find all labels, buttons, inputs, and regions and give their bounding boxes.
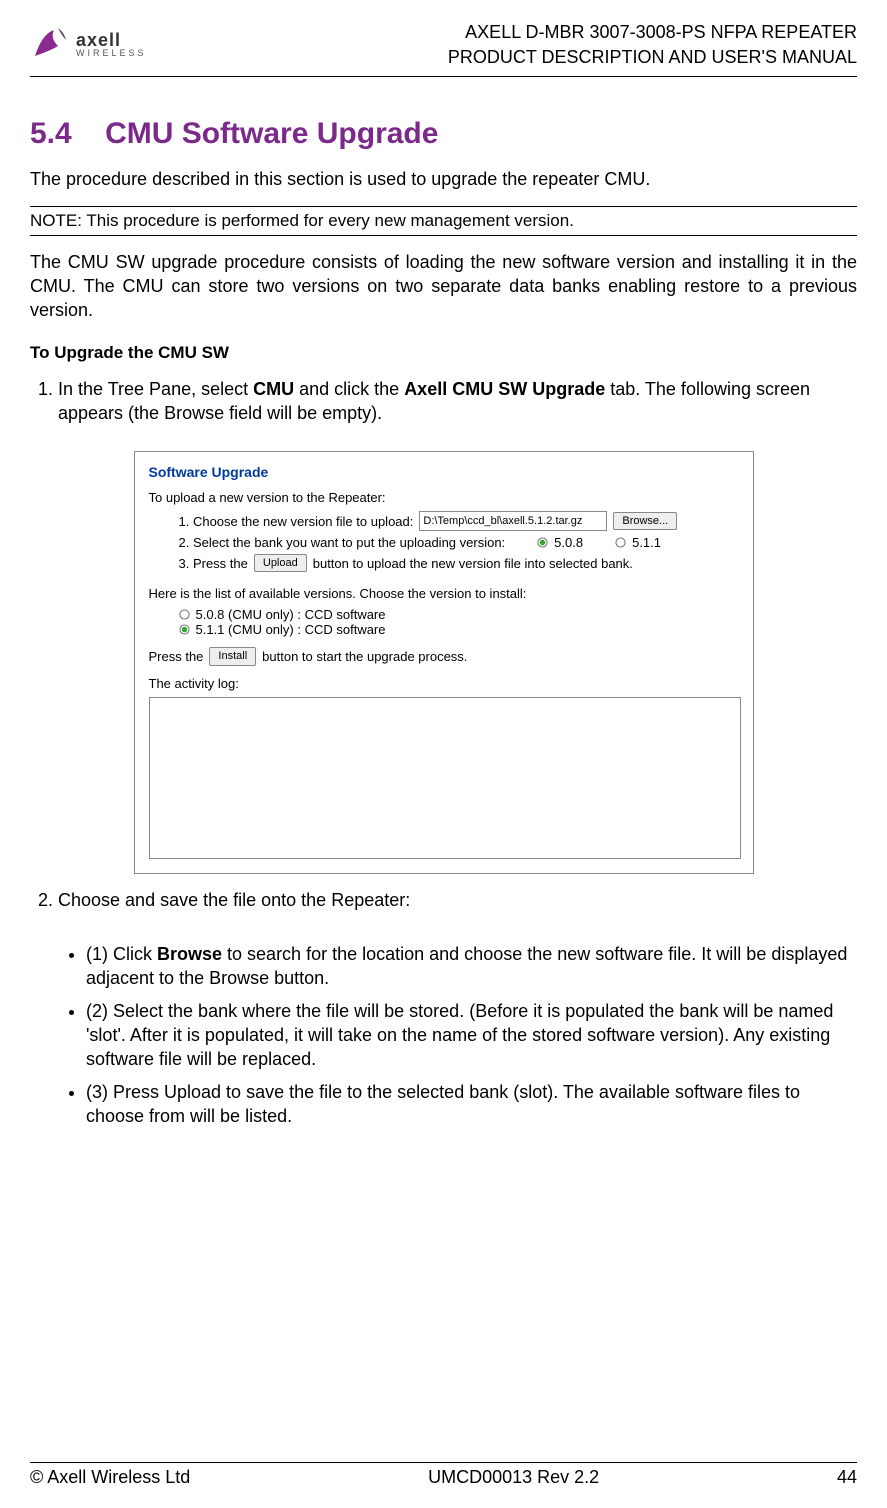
- bank-radio-1-icon[interactable]: [537, 537, 548, 548]
- step-1: In the Tree Pane, select CMU and click t…: [58, 377, 857, 426]
- upload-step-3: 3. Press the Upload button to upload the…: [179, 554, 739, 572]
- note-box: NOTE: This procedure is performed for ev…: [30, 206, 857, 236]
- upload-step-2: 2. Select the bank you want to put the u…: [179, 535, 739, 550]
- bank-option-1[interactable]: 5.0.8: [554, 535, 583, 550]
- step-list: In the Tree Pane, select CMU and click t…: [30, 377, 857, 432]
- version-option-2[interactable]: 5.1.1 (CMU only) : CCD software: [196, 622, 386, 637]
- page-header: axell WIRELESS AXELL D-MBR 3007-3008-PS …: [30, 20, 857, 70]
- header-separator: [30, 76, 857, 77]
- file-path-input[interactable]: [419, 511, 607, 531]
- version-radio-2-icon[interactable]: [179, 624, 190, 635]
- logo-name: axell: [76, 31, 147, 49]
- install-row: Press the Install button to start the up…: [149, 647, 739, 665]
- header-title-1: AXELL D-MBR 3007-3008-PS NFPA REPEATER: [448, 20, 857, 45]
- step-2: Choose and save the file onto the Repeat…: [58, 888, 857, 912]
- section-heading: 5.4 CMU Software Upgrade: [30, 117, 857, 151]
- sub-bullets: (1) Click Browse to search for the locat…: [30, 942, 857, 1136]
- sub-heading: To Upgrade the CMU SW: [30, 343, 857, 363]
- footer-separator: [30, 1462, 857, 1463]
- header-title-2: PRODUCT DESCRIPTION AND USER'S MANUAL: [448, 45, 857, 70]
- install-button[interactable]: Install: [209, 647, 256, 665]
- description-paragraph: The CMU SW upgrade procedure consists of…: [30, 250, 857, 323]
- company-logo: axell WIRELESS: [30, 20, 147, 64]
- bank-option-2[interactable]: 5.1.1: [632, 535, 661, 550]
- upload-button[interactable]: Upload: [254, 554, 307, 572]
- section-number: 5.4: [30, 117, 72, 150]
- intro-paragraph: The procedure described in this section …: [30, 167, 857, 191]
- software-upgrade-panel: Software Upgrade To upload a new version…: [134, 451, 754, 874]
- logo-swoosh-icon: [30, 24, 70, 64]
- section-title: CMU Software Upgrade: [105, 117, 438, 150]
- upload-step-1: 1. Choose the new version file to upload…: [179, 511, 739, 531]
- version-radio-1-icon[interactable]: [179, 609, 190, 620]
- footer-right: 44: [837, 1467, 857, 1488]
- page-footer: © Axell Wireless Ltd UMCD00013 Rev 2.2 4…: [30, 1467, 857, 1488]
- bank-radio-2-icon[interactable]: [615, 537, 626, 548]
- bullet-2: (2) Select the bank where the file will …: [86, 999, 857, 1072]
- panel-intro: To upload a new version to the Repeater:: [149, 490, 739, 505]
- bullet-3: (3) Press Upload to save the file to the…: [86, 1080, 857, 1129]
- activity-log-label: The activity log:: [149, 676, 739, 691]
- header-titles: AXELL D-MBR 3007-3008-PS NFPA REPEATER P…: [448, 20, 857, 70]
- embedded-screenshot: Software Upgrade To upload a new version…: [30, 451, 857, 874]
- bullet-1: (1) Click Browse to search for the locat…: [86, 942, 857, 991]
- activity-log-box: [149, 697, 741, 859]
- panel-title: Software Upgrade: [149, 464, 739, 480]
- document-page: axell WIRELESS AXELL D-MBR 3007-3008-PS …: [0, 0, 887, 1508]
- browse-button[interactable]: Browse...: [613, 512, 677, 530]
- step-list-2: Choose and save the file onto the Repeat…: [30, 888, 857, 918]
- footer-center: UMCD00013 Rev 2.2: [428, 1467, 599, 1488]
- version-option-2-row: 5.1.1 (CMU only) : CCD software: [179, 622, 739, 637]
- version-option-1-row: 5.0.8 (CMU only) : CCD software: [179, 607, 739, 622]
- logo-subtext: WIRELESS: [76, 49, 147, 58]
- footer-left: © Axell Wireless Ltd: [30, 1467, 190, 1488]
- available-versions-label: Here is the list of available versions. …: [149, 586, 739, 601]
- version-option-1[interactable]: 5.0.8 (CMU only) : CCD software: [196, 607, 386, 622]
